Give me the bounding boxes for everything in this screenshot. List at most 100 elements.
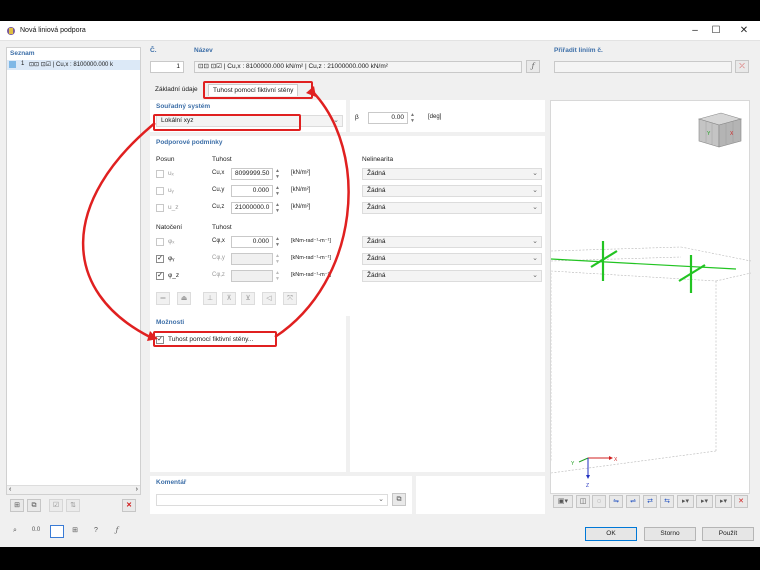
help-icon[interactable]: ?: [89, 525, 103, 538]
cphiy-spinner-icon[interactable]: ▲ ▼: [275, 253, 289, 265]
ok-button[interactable]: OK: [585, 527, 637, 541]
cux-spinner-icon[interactable]: ▲ ▼: [275, 168, 289, 180]
view-colors-icon[interactable]: ▸▾: [696, 495, 713, 508]
list-header: Seznam: [10, 50, 35, 57]
view-z-icon[interactable]: ⇆: [660, 495, 674, 508]
uy-checkbox[interactable]: [156, 187, 164, 195]
table-icon[interactable]: ⊞: [68, 525, 82, 538]
chevron-down-icon: ⌄: [378, 496, 384, 503]
search-icon[interactable]: ⌕: [8, 525, 22, 538]
edit-name-icon[interactable]: ƒ: [526, 60, 540, 73]
cuz-field[interactable]: 21000000.0: [231, 202, 273, 214]
maximize-icon[interactable]: ☐: [709, 24, 723, 38]
phix-nonlin-dropdown[interactable]: Žádná ⌄: [362, 236, 542, 248]
phiy-nonlin-dropdown[interactable]: Žádná ⌄: [362, 253, 542, 265]
cuz-symbol: Cu,z: [212, 204, 225, 210]
view-options-icon[interactable]: ▣▾: [553, 495, 573, 508]
uz-nonlin-dropdown[interactable]: Žádná ⌄: [362, 202, 542, 214]
number-field[interactable]: 1: [150, 61, 184, 73]
support-sliding-icon[interactable]: ⊻: [241, 292, 255, 305]
comment-edit-icon[interactable]: ⧉: [392, 493, 406, 506]
preview-panel: Y X X Y Z: [550, 100, 751, 495]
scroll-right-icon[interactable]: ›: [136, 486, 138, 493]
cphiy-unit: [kNm-rad⁻¹-m⁻¹]: [291, 255, 332, 261]
support-panel: Podporové podmínky Posun Tuhost Nelinear…: [150, 136, 545, 316]
support-free-icon[interactable]: ═: [156, 292, 170, 305]
cphix-spinner-icon[interactable]: ▲ ▼: [275, 236, 289, 248]
view-y-icon[interactable]: ⇄: [643, 495, 657, 508]
view-reset-icon[interactable]: ✕: [734, 495, 748, 508]
name-field[interactable]: ⊡⊡ ⊡☑ | Cu,x : 8100000.000 kN/m² | Cu,z …: [194, 61, 522, 73]
cancel-button[interactable]: Storno: [644, 527, 696, 541]
support-marker-2: [678, 255, 706, 293]
support-hinged-icon[interactable]: ⏏: [177, 292, 191, 305]
beta-spinner-icon[interactable]: ▲ ▼: [410, 112, 424, 124]
units-icon[interactable]: 0.0: [29, 525, 43, 538]
delete-item-icon[interactable]: ✕: [122, 499, 136, 512]
support-line[interactable]: [551, 258, 737, 270]
view-x-icon[interactable]: ⇌: [626, 495, 640, 508]
support-custom-icon[interactable]: ⤧: [283, 292, 297, 305]
function-icon[interactable]: ƒ: [110, 525, 124, 538]
beta-panel: β 0.00 ▲ ▼ [deg]: [350, 100, 545, 132]
cphiy-symbol: Cφ,y: [212, 255, 225, 261]
preview-canvas[interactable]: Y X X Y Z: [551, 101, 751, 495]
sort-item-icon[interactable]: ⇅: [66, 499, 80, 512]
uz-checkbox[interactable]: [156, 204, 164, 212]
phiz-checkbox[interactable]: ✓: [156, 272, 164, 280]
comment-panel-right: [416, 476, 545, 514]
uy-nonlin-dropdown[interactable]: Žádná ⌄: [362, 185, 542, 197]
support-wall-icon[interactable]: ◁: [262, 292, 276, 305]
pick-lines-icon[interactable]: ⤫: [735, 60, 749, 73]
close-icon[interactable]: ✕: [737, 24, 751, 38]
view-more-icon[interactable]: ▸▾: [715, 495, 732, 508]
phiz-nonlin-dropdown[interactable]: Žádná ⌄: [362, 270, 542, 282]
ux-checkbox[interactable]: [156, 170, 164, 178]
view-render-icon[interactable]: ◫: [576, 495, 590, 508]
cphiz-field[interactable]: [231, 270, 273, 282]
beta-unit: [deg]: [428, 114, 442, 120]
fictitious-wall: [551, 246, 751, 474]
cuy-field[interactable]: 0.000: [231, 185, 273, 197]
cphiz-symbol: Cφ,z: [212, 272, 225, 278]
color-icon[interactable]: [50, 525, 64, 538]
cux-field[interactable]: 8099999.50: [231, 168, 273, 180]
support-roller-icon[interactable]: ⊼: [222, 292, 236, 305]
list-scrollbar[interactable]: ‹ ›: [7, 485, 140, 494]
cphiz-spinner-icon[interactable]: ▲ ▼: [275, 270, 289, 282]
support-fixed-icon[interactable]: ⊥: [203, 292, 217, 305]
view-hide-icon[interactable]: ◌: [592, 495, 606, 508]
scroll-left-icon[interactable]: ‹: [9, 486, 11, 493]
axis-x-label: X: [614, 457, 618, 463]
cuz-spinner-icon[interactable]: ▲ ▼: [275, 202, 289, 214]
uz-nonlin-value: Žádná: [367, 204, 386, 211]
comment-field[interactable]: ⌄: [156, 494, 388, 506]
chevron-down-icon: ⌄: [532, 187, 538, 194]
check-item-icon[interactable]: ☑: [49, 499, 63, 512]
view-cube-icon[interactable]: Y X: [697, 112, 743, 148]
phix-checkbox[interactable]: [156, 238, 164, 246]
view-display-icon[interactable]: ▸▾: [677, 495, 694, 508]
cphix-field[interactable]: 0.000: [231, 236, 273, 248]
tab-basic[interactable]: Základní údaje: [151, 84, 202, 96]
minimize-icon[interactable]: –: [688, 24, 702, 38]
options-panel-right: [350, 316, 545, 472]
phiy-checkbox[interactable]: ✓: [156, 255, 164, 263]
copy-item-icon[interactable]: ⧉: [27, 499, 41, 512]
new-item-icon[interactable]: ⊞: [10, 499, 24, 512]
cphix-symbol: Cφ,x: [212, 238, 225, 244]
beta-symbol: β: [355, 114, 359, 121]
cuy-spinner-icon[interactable]: ▲ ▼: [275, 185, 289, 197]
view-iso-icon[interactable]: ⇋: [609, 495, 623, 508]
phiz-nonlin-value: Žádná: [367, 272, 386, 279]
apply-button[interactable]: Použít: [702, 527, 754, 541]
list-item[interactable]: 1 ⊡⊡ ⊡☑ | Cu,x : 8100000.000 k: [7, 60, 140, 70]
assign-field[interactable]: [554, 61, 732, 73]
cphiy-field[interactable]: [231, 253, 273, 265]
app-icon: [7, 27, 15, 35]
ux-nonlin-dropdown[interactable]: Žádná ⌄: [362, 168, 542, 180]
cphix-unit: [kNm-rad⁻¹-m⁻¹]: [291, 238, 332, 244]
beta-field[interactable]: 0.00: [368, 112, 408, 124]
cuz-unit: [kN/m²]: [291, 204, 311, 210]
phix-symbol: φₓ: [168, 238, 175, 245]
